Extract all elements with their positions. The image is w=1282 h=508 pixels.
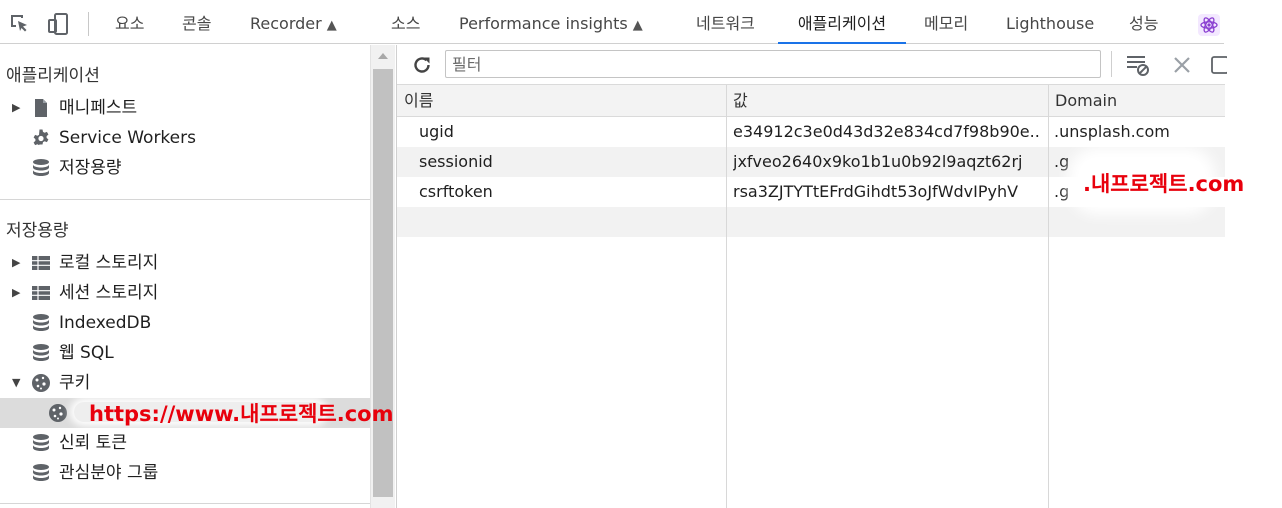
experimental-beaker-icon: ▲ xyxy=(326,18,337,33)
tab-lighthouse[interactable]: Lighthouse xyxy=(1006,4,1094,43)
sidebar-item-web-sql[interactable]: 웹 SQL xyxy=(0,338,370,368)
tab-console[interactable]: 콘솔 xyxy=(182,4,211,43)
expand-arrow-icon[interactable]: ▶ xyxy=(12,248,20,278)
sidebar-item-service-workers[interactable]: Service Workers xyxy=(0,123,370,153)
tab-elements[interactable]: 요소 xyxy=(115,4,144,43)
cookie-icon xyxy=(49,404,67,422)
sidebar-item-indexeddb[interactable]: IndexedDB xyxy=(0,308,370,338)
expand-arrow-icon[interactable]: ▶ xyxy=(12,93,20,123)
checkbox-icon[interactable] xyxy=(1211,56,1227,74)
tab-sources[interactable]: 소스 xyxy=(391,4,420,43)
gear-icon xyxy=(33,129,49,146)
tab-network[interactable]: 네트워크 xyxy=(696,4,755,43)
application-sidebar: 애플리케이션 ▶ 매니페스트 Service Workers 저장용량 저장용량… xyxy=(0,45,370,508)
cookie-value-cell: rsa3ZJTYTtEFrdGihdt53oJfWdvIPyhV xyxy=(733,182,1019,201)
cookie-icon xyxy=(32,374,50,392)
react-devtools-icon[interactable] xyxy=(1198,14,1220,36)
column-header-name[interactable]: 이름 xyxy=(397,85,726,116)
column-header-value[interactable]: 값 xyxy=(726,85,1048,116)
grid-icon xyxy=(32,286,50,300)
sidebar-item-storage[interactable]: 저장용량 xyxy=(0,153,370,183)
sidebar-url-watermark-text: https://www.내프로젝트.com xyxy=(89,402,394,426)
inspect-element-icon[interactable] xyxy=(8,12,32,36)
toolbar-separator xyxy=(1111,51,1112,77)
sidebar-divider xyxy=(0,199,370,200)
grid-icon xyxy=(32,256,50,270)
database-icon xyxy=(33,464,49,481)
cookie-name-cell: ugid xyxy=(419,122,454,141)
cookie-name-cell: csrftoken xyxy=(419,182,493,201)
sidebar-item-manifest[interactable]: ▶ 매니페스트 xyxy=(0,93,370,123)
tab-performance[interactable]: 성능 xyxy=(1129,4,1158,43)
sidebar-scrollbar[interactable] xyxy=(370,45,395,508)
database-icon xyxy=(33,434,49,451)
clear-filtered-cookies-icon[interactable] xyxy=(1125,53,1151,77)
sidebar-item-cookies[interactable]: ▼ 쿠키 xyxy=(0,368,370,398)
column-divider[interactable] xyxy=(726,85,727,508)
cookies-table: 이름 값 Domain ugid e34912c3e0d43d32e834cd7… xyxy=(397,85,1225,508)
cookies-pane: 이름 값 Domain ugid e34912c3e0d43d32e834cd7… xyxy=(396,45,1227,508)
device-toolbar-icon[interactable] xyxy=(46,12,70,36)
filter-input[interactable] xyxy=(445,50,1101,78)
sidebar-section-application: 애플리케이션 xyxy=(6,66,100,86)
sidebar-section-storage: 저장용량 xyxy=(6,221,69,241)
devtools-tabbar: 요소 콘솔 Recorder ▲ 소스 Performance insights ▲… xyxy=(0,4,1224,44)
cookie-name-cell: sessionid xyxy=(419,152,493,171)
database-icon xyxy=(33,344,49,361)
sidebar-item-session-storage[interactable]: ▶ 세션 스토리지 xyxy=(0,278,370,308)
sidebar-divider xyxy=(0,503,370,504)
tab-performance-insights[interactable]: Performance insights ▲ xyxy=(459,4,643,43)
sidebar-item-local-storage[interactable]: ▶ 로컬 스토리지 xyxy=(0,248,370,278)
table-row[interactable]: ugid e34912c3e0d43d32e834cd7f98b90e... .… xyxy=(397,117,1225,147)
empty-table-row xyxy=(397,207,1225,237)
sidebar-item-interest-groups[interactable]: 관심분야 그룹 xyxy=(0,458,370,488)
clear-all-cookies-icon[interactable] xyxy=(1171,54,1193,76)
refresh-icon[interactable] xyxy=(411,54,433,76)
cookie-domain-cell: .unsplash.com xyxy=(1054,122,1170,141)
tab-application[interactable]: 애플리케이션 xyxy=(778,4,906,44)
experimental-beaker-icon: ▲ xyxy=(632,18,643,33)
cookie-value-cell: jxfveo2640x9ko1b1u0b92l9aqzt62rj xyxy=(733,152,1023,171)
scroll-up-arrow-icon[interactable] xyxy=(378,53,388,59)
column-header-domain[interactable]: Domain xyxy=(1048,85,1225,116)
document-icon xyxy=(35,99,47,117)
database-icon xyxy=(33,159,49,176)
cookies-toolbar xyxy=(397,45,1227,85)
toolbar-separator xyxy=(88,12,89,36)
scrollbar-thumb[interactable] xyxy=(373,69,393,497)
collapse-arrow-icon[interactable]: ▼ xyxy=(12,368,20,398)
sidebar-item-trust-tokens[interactable]: 신뢰 토큰 xyxy=(0,428,370,458)
table-header: 이름 값 Domain xyxy=(397,85,1225,117)
tab-recorder[interactable]: Recorder ▲ xyxy=(250,4,337,43)
domain-watermark-text: .내프로젝트.com xyxy=(1083,172,1245,196)
tab-memory[interactable]: 메모리 xyxy=(924,4,968,43)
cookie-value-cell: e34912c3e0d43d32e834cd7f98b90e... xyxy=(733,122,1039,141)
database-icon xyxy=(33,314,49,331)
expand-arrow-icon[interactable]: ▶ xyxy=(12,278,20,308)
column-divider[interactable] xyxy=(1048,85,1049,508)
